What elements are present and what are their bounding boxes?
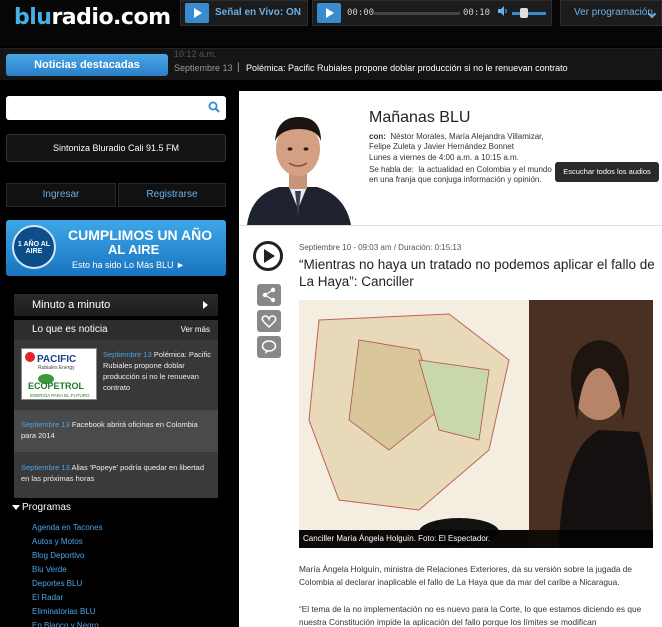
- share-icon: [262, 287, 276, 303]
- banner-cta: Esto ha sido Lo Más BLU ►: [72, 260, 185, 270]
- volume-slider[interactable]: [512, 12, 546, 15]
- player-progress-track[interactable]: [374, 12, 460, 15]
- programas-list: Agenda en Tacones Autos y Motos Blog Dep…: [32, 521, 103, 627]
- news-panel-header: Lo que es noticia Ver más: [14, 320, 218, 340]
- top-bar: bluradio.com Señal en Vivo: ON 00:00 00:…: [0, 0, 662, 46]
- show-details: con: Néstor Morales, María Alejandra Vil…: [369, 132, 555, 185]
- program-link[interactable]: Autos y Motos: [32, 535, 103, 549]
- program-link[interactable]: El Radar: [32, 591, 103, 605]
- svg-text:PACIFIC: PACIFIC: [37, 354, 76, 365]
- ticker-previous-time: 10:12 a.m.: [174, 49, 217, 59]
- search-box: [6, 96, 226, 120]
- comment-button[interactable]: [257, 336, 281, 358]
- program-link[interactable]: Blu Verde: [32, 563, 103, 577]
- ticker-date: Septiembre 13: [174, 63, 233, 73]
- player-play-button[interactable]: [317, 3, 341, 23]
- live-signal-box: Señal en Vivo: ON: [180, 0, 308, 26]
- program-link[interactable]: Agenda en Tacones: [32, 521, 103, 535]
- schedule-label: Ver programación: [574, 7, 653, 18]
- site-logo[interactable]: bluradio.com: [14, 5, 171, 30]
- program-link[interactable]: Blog Deportivo: [32, 549, 103, 563]
- login-button[interactable]: Ingresar: [6, 183, 116, 207]
- share-button[interactable]: [257, 284, 281, 306]
- player-current-time: 00:00: [347, 8, 375, 18]
- news-panel: Lo que es noticia Ver más PACIFIC Rubial…: [14, 320, 218, 498]
- show-hosts: Néstor Morales, María Alejandra Villamiz…: [369, 132, 544, 151]
- news-date: Septiembre 13: [103, 350, 152, 359]
- register-button[interactable]: Registrarse: [118, 183, 226, 207]
- banner-headline: CUMPLIMOS UN AÑO: [68, 227, 213, 243]
- station-tuning-info: Sintoniza Bluradio Cali 91.5 FM: [6, 134, 226, 162]
- show-schedule: Lunes a viernes de 4:00 a.m. a 10:15 a.m…: [369, 153, 519, 162]
- live-signal-label: Señal en Vivo: ON: [215, 7, 301, 18]
- tab-noticias-destacadas[interactable]: Noticias destacadas: [6, 54, 168, 76]
- anniversary-banner[interactable]: 1 AÑO AL AIRE CUMPLIMOS UN AÑO AL AIRE E…: [6, 220, 226, 276]
- news-item[interactable]: PACIFIC Rubiales Energy ECOPETROL ENERGÍ…: [14, 340, 218, 410]
- article-play-icon[interactable]: [253, 241, 283, 271]
- news-ticker: Noticias destacadas 10:12 a.m. Septiembr…: [0, 48, 662, 80]
- article-photo: Canciller María Ángela Holguín. Foto: El…: [299, 300, 653, 548]
- svg-text:ENERGÍA PARA EL FUTURO: ENERGÍA PARA EL FUTURO: [30, 392, 90, 398]
- comment-icon: [261, 340, 277, 354]
- search-input[interactable]: [12, 96, 202, 118]
- ticker-separator: |: [237, 62, 240, 73]
- article-title[interactable]: “Mientras no haya un tratado no podemos …: [299, 256, 659, 290]
- article-meta: Septiembre 10 - 09:03 am / Duración: 0:1…: [299, 243, 462, 252]
- news-item[interactable]: Septiembre 13 Facebook abrirá oficinas e…: [14, 410, 218, 452]
- article-paragraph: “El tema de la no implementación no es n…: [299, 604, 642, 627]
- ticker-headline[interactable]: Polémica: Pacific Rubiales propone dobla…: [246, 63, 568, 73]
- programas-heading[interactable]: Programas: [12, 502, 71, 513]
- svg-text:ECOPETROL: ECOPETROL: [28, 381, 85, 391]
- program-link[interactable]: En Blanco y Negro: [32, 619, 103, 627]
- favorite-button[interactable]: [257, 310, 281, 332]
- host-photo: [239, 91, 357, 225]
- pacific-rubiales-logo: PACIFIC Rubiales Energy ECOPETROL ENERGÍ…: [21, 348, 97, 400]
- photo-caption: Canciller María Ángela Holguín. Foto: El…: [299, 530, 653, 548]
- show-title: Mañanas BLU: [369, 109, 471, 126]
- anniversary-badge-icon: 1 AÑO AL AIRE: [12, 225, 56, 269]
- minuto-a-minuto-tab[interactable]: Minuto a minuto: [14, 294, 218, 316]
- banner-subheadline: AL AIRE: [108, 242, 160, 257]
- volume-knob[interactable]: [520, 8, 528, 18]
- news-panel-more-link[interactable]: Ver más: [181, 325, 210, 334]
- program-link[interactable]: Eliminatorias BLU: [32, 605, 103, 619]
- news-date: Septiembre 13: [21, 463, 70, 472]
- schedule-dropdown[interactable]: Ver programación: [560, 0, 662, 26]
- live-play-button[interactable]: [185, 3, 209, 23]
- sidebar: Sintoniza Bluradio Cali 91.5 FM Ingresar…: [0, 82, 232, 627]
- news-panel-title: Lo que es noticia: [32, 324, 108, 335]
- news-date: Septiembre 13: [21, 420, 70, 429]
- main-content: Mañanas BLU con: Néstor Morales, María A…: [239, 91, 662, 627]
- player-total-time: 00:10: [463, 8, 491, 18]
- listen-all-audios-button[interactable]: Escuchar todos los audios: [555, 162, 659, 182]
- volume-icon[interactable]: [498, 6, 508, 16]
- program-link[interactable]: Deportes BLU: [32, 577, 103, 591]
- news-item[interactable]: Septiembre 13 Alias 'Popeye' podría qued…: [14, 452, 218, 498]
- search-icon[interactable]: [208, 101, 220, 113]
- heart-icon: [261, 315, 277, 329]
- svg-text:Rubiales Energy: Rubiales Energy: [38, 365, 75, 371]
- divider: [239, 225, 662, 226]
- article-paragraph: María Ángela Holguín, ministra de Relaci…: [299, 564, 632, 587]
